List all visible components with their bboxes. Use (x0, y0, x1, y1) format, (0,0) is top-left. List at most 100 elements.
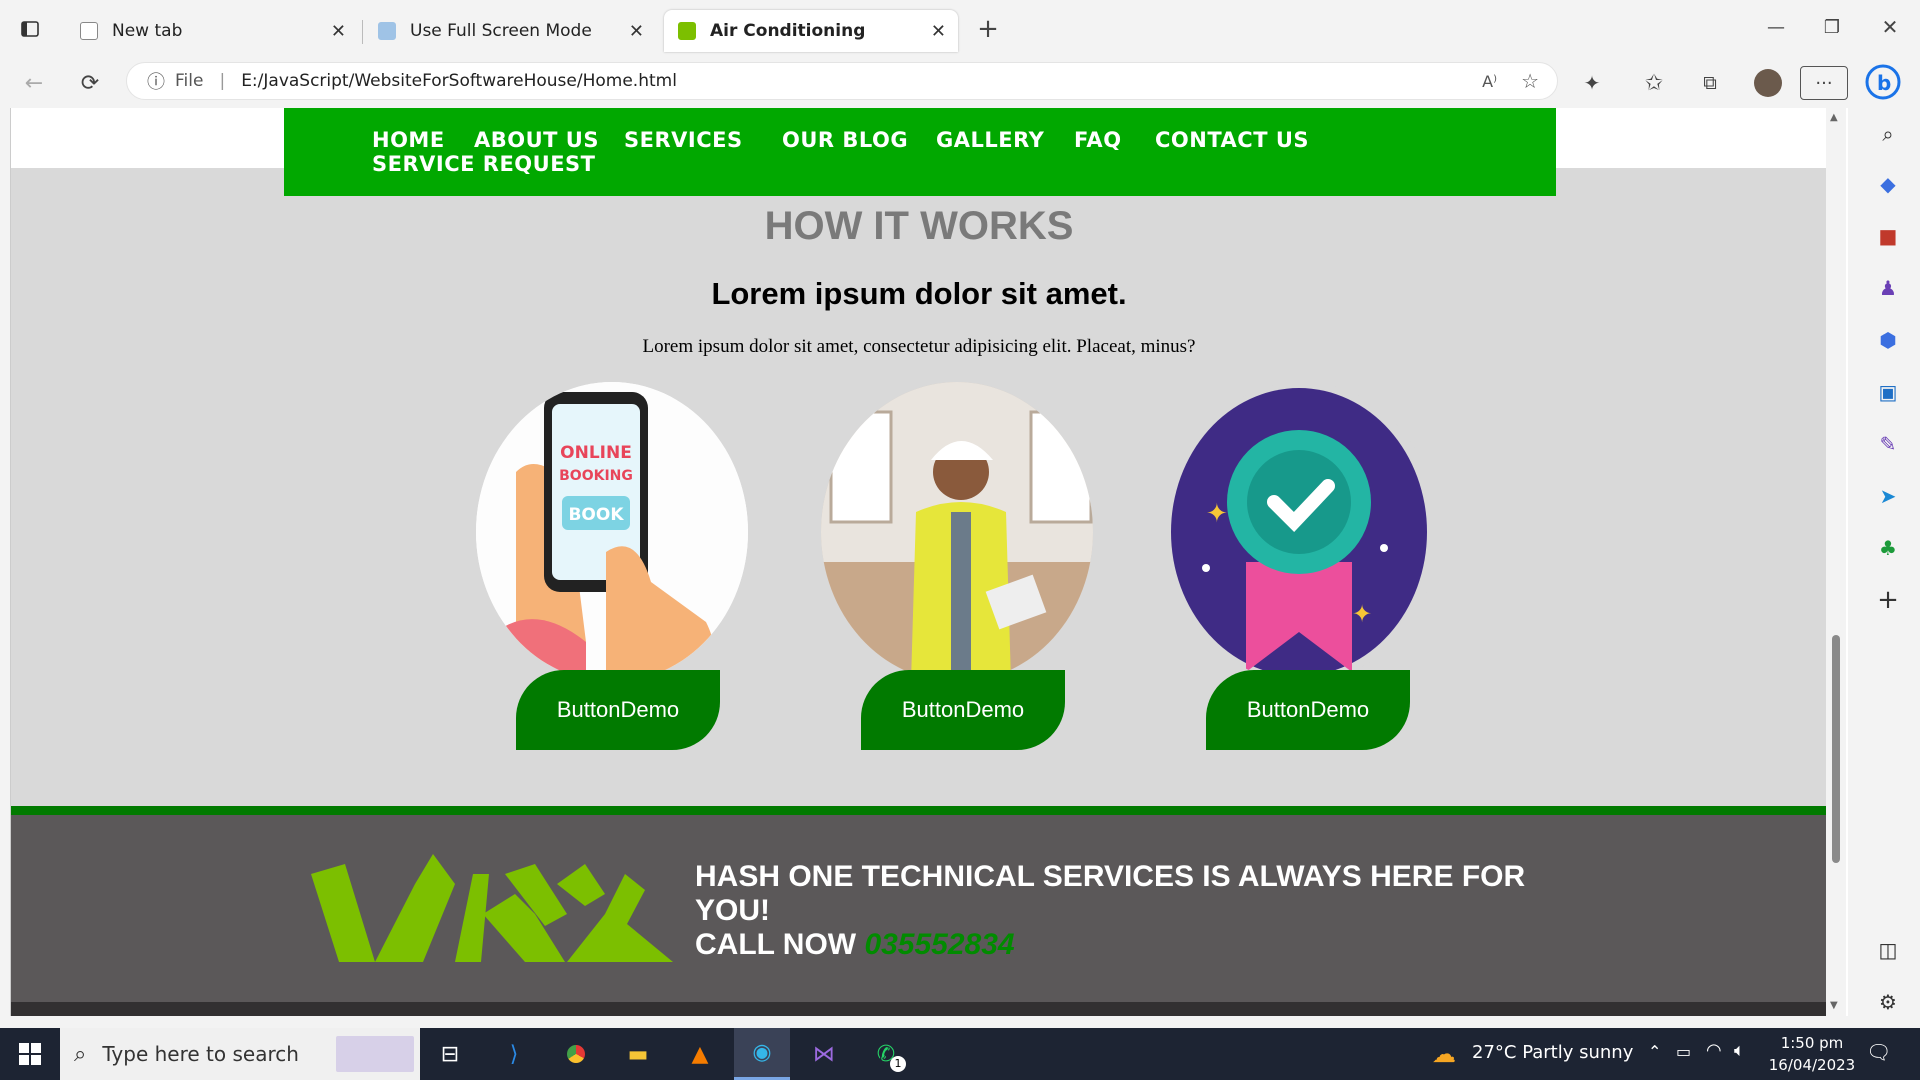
info-icon[interactable]: ⓘ (147, 68, 165, 94)
vscode-icon[interactable]: ⟩ (496, 1036, 532, 1072)
svg-text:✦: ✦ (1352, 600, 1372, 628)
profile-avatar[interactable] (1750, 66, 1786, 100)
new-tab-icon[interactable]: + (970, 12, 1006, 46)
edge-sidebar: ⌕ ◆ ■ ♟ ⬢ ▣ ✎ ➤ ♣ + ◫ ⚙ (1856, 108, 1920, 1028)
volume-icon[interactable]: 🔈︎ (1734, 1040, 1745, 1061)
search-highlight-image[interactable] (336, 1036, 414, 1072)
send-icon[interactable]: ➤ (1874, 482, 1902, 510)
edge-icon[interactable]: ◉ (734, 1028, 790, 1080)
designer-icon[interactable]: ✎ (1874, 430, 1902, 458)
tab-label: New tab (112, 21, 183, 41)
badge-image: ✦ ✦ (1166, 382, 1438, 682)
tab-actions-icon[interactable] (12, 12, 48, 46)
add-favorite-icon[interactable]: ☆ (1521, 69, 1539, 93)
tab-label: Air Conditioning (710, 21, 866, 41)
button-demo-3[interactable]: ButtonDemo (1206, 670, 1410, 750)
svg-text:b: b (1877, 71, 1891, 95)
close-tab-icon[interactable]: ✕ (931, 21, 946, 42)
back-icon[interactable]: ← (16, 66, 52, 100)
button-demo-1[interactable]: ButtonDemo (516, 670, 720, 750)
microsoft-365-icon[interactable]: ⬢ (1874, 326, 1902, 354)
split-screen-icon[interactable]: ◫ (1874, 936, 1902, 964)
nav-faq[interactable]: FAQ (1074, 128, 1122, 152)
technician-photo (821, 382, 1093, 682)
refresh-icon[interactable]: ⟳ (72, 66, 108, 100)
favorites-icon[interactable]: ✩ (1636, 66, 1672, 100)
footer-tagline: HASH ONE TECHNICAL SERVICES IS ALWAYS HE… (695, 860, 1526, 927)
close-tab-icon[interactable]: ✕ (629, 21, 644, 42)
collections-icon[interactable]: ⧉ (1692, 66, 1728, 100)
nav-home[interactable]: HOME (372, 128, 445, 152)
notifications-icon[interactable]: 🗨︎ (1866, 1040, 1891, 1064)
url-text[interactable]: E:/JavaScript/WebsiteForSoftwareHouse/Ho… (241, 71, 677, 91)
step-card-online-booking: ONLINE BOOKING BOOK ButtonDemo (476, 382, 748, 750)
tools-logo (305, 854, 673, 970)
whatsapp-icon[interactable]: ✆ 1 (868, 1036, 906, 1072)
close-window-icon[interactable]: ✕ (1872, 10, 1908, 44)
nav-gallery[interactable]: GALLERY (936, 128, 1044, 152)
nav-contact-us[interactable]: CONTACT US (1155, 128, 1309, 152)
address-bar[interactable]: ⓘ File | E:/JavaScript/WebsiteForSoftwar… (126, 62, 1558, 100)
button-demo-2[interactable]: ButtonDemo (861, 670, 1065, 750)
add-icon[interactable]: + (1874, 585, 1902, 615)
task-view-icon[interactable]: ⊟ (432, 1036, 468, 1072)
file-explorer-icon[interactable]: ▬ (620, 1036, 656, 1072)
clock[interactable]: 1:50 pm 16/04/2023 (1768, 1032, 1856, 1076)
search-placeholder: Type here to search (102, 1042, 299, 1066)
section-paragraph: Lorem ipsum dolor sit amet, consectetur … (642, 336, 1196, 357)
step-card-quality-badge: ✦ ✦ ButtonDemo (1166, 382, 1438, 750)
weather-icon[interactable]: ☁ (1432, 1040, 1456, 1068)
page-scrollbar[interactable]: ▲ ▼ (1826, 108, 1846, 1016)
visual-studio-icon[interactable]: ⋈ (806, 1036, 842, 1072)
chrome-icon[interactable] (558, 1036, 594, 1072)
nav-services[interactable]: SERVICES (624, 128, 743, 152)
scrollbar-thumb[interactable] (1832, 635, 1840, 863)
web-page-viewport: HOME ABOUT US SERVICES OUR BLOG GALLERY … (10, 108, 1848, 1016)
shopping-tag-icon[interactable]: ◆ (1874, 170, 1902, 198)
navigation-bar: ← ⟳ ⓘ File | E:/JavaScript/WebsiteForSof… (0, 58, 1920, 108)
games-icon[interactable]: ♟ (1874, 274, 1902, 302)
footer-text: HASH ONE TECHNICAL SERVICES IS ALWAYS HE… (695, 860, 1575, 962)
svg-text:BOOK: BOOK (568, 505, 624, 525)
sidebar-settings-icon[interactable]: ⚙ (1874, 988, 1902, 1016)
windows-start-icon[interactable] (12, 1036, 48, 1072)
tab-use-full-screen-mode[interactable]: Use Full Screen Mode ✕ (364, 10, 656, 52)
weather-text[interactable]: 27°C Partly sunny (1472, 1042, 1633, 1063)
tools-icon[interactable]: ■ (1874, 222, 1902, 250)
scroll-up-icon[interactable]: ▲ (1830, 112, 1838, 123)
wifi-icon[interactable]: ◠ (1706, 1040, 1722, 1061)
tab-air-conditioning[interactable]: Air Conditioning ✕ (664, 10, 958, 52)
minimize-icon[interactable]: — (1758, 10, 1794, 44)
clock-time: 1:50 pm (1780, 1034, 1844, 1052)
tab-strip: New tab ✕ Use Full Screen Mode ✕ Air Con… (0, 0, 1920, 58)
tab-label: Use Full Screen Mode (410, 21, 592, 41)
tab-new-tab[interactable]: New tab ✕ (66, 10, 358, 52)
outlook-icon[interactable]: ▣ (1874, 378, 1902, 406)
call-now-label: CALL NOW (695, 928, 857, 961)
clock-date: 16/04/2023 (1768, 1056, 1856, 1074)
close-tab-icon[interactable]: ✕ (331, 21, 346, 42)
show-hidden-icons[interactable]: ⌃ (1648, 1042, 1661, 1061)
nav-about-us[interactable]: ABOUT US (474, 128, 599, 152)
nav-our-blog[interactable]: OUR BLOG (782, 128, 908, 152)
svg-text:ONLINE: ONLINE (560, 443, 632, 463)
section-subtitle: Lorem ipsum dolor sit amet. (711, 276, 1127, 311)
nav-service-request[interactable]: SERVICE REQUEST (372, 152, 596, 176)
section-title: HOW IT WORKS (764, 204, 1074, 248)
site-nav: HOME ABOUT US SERVICES OUR BLOG GALLERY … (284, 108, 1556, 196)
vlc-icon[interactable]: ▲ (682, 1036, 718, 1072)
phone-number-link[interactable]: 035552834 (864, 928, 1014, 961)
notification-badge: 1 (890, 1056, 906, 1072)
restore-icon[interactable]: ❐ (1814, 10, 1850, 44)
windows-taskbar: ⌕ Type here to search ⊟ ⟩ ▬ ▲ ◉ ⋈ ✆ 1 ☁ 2… (0, 1028, 1920, 1080)
extensions-icon[interactable]: ✦ (1574, 66, 1610, 100)
footer-bottom-bar (11, 1002, 1827, 1016)
search-icon[interactable]: ⌕ (1874, 120, 1902, 148)
scroll-down-icon[interactable]: ▼ (1830, 1000, 1838, 1011)
copilot-icon[interactable]: b (1862, 62, 1904, 102)
battery-icon[interactable]: ▭ (1676, 1042, 1691, 1061)
read-aloud-icon[interactable]: A⁾ (1482, 72, 1497, 91)
settings-more-icon[interactable]: ··· (1800, 66, 1848, 100)
tree-icon[interactable]: ♣ (1874, 534, 1902, 562)
scheme-label: File (175, 71, 204, 91)
